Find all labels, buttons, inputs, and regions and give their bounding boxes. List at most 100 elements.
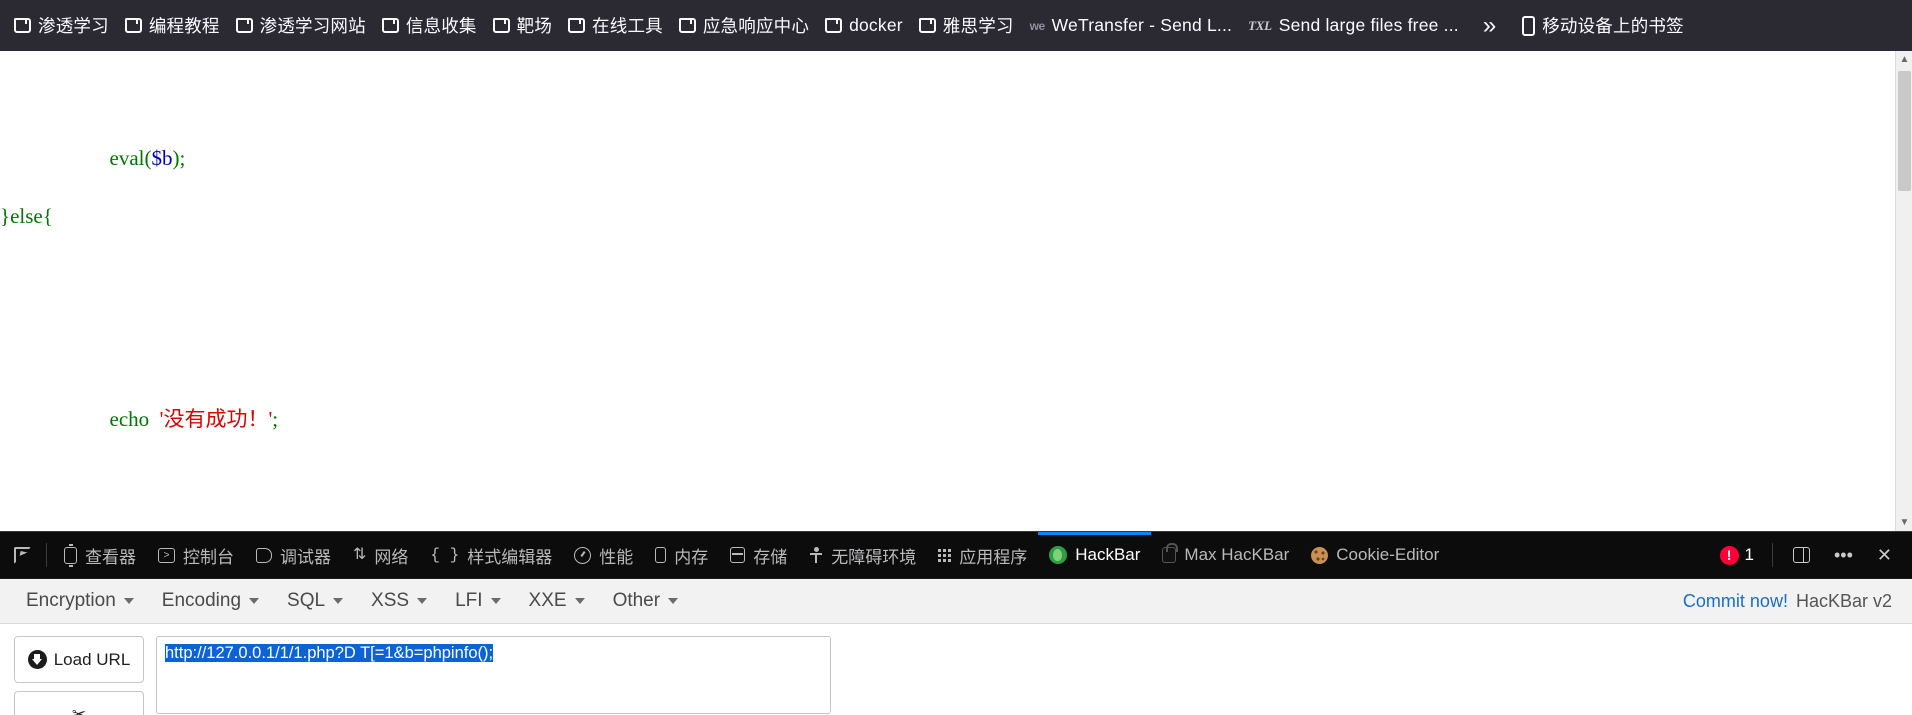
hackbar-version-label: HacKBar v2 [1795, 590, 1892, 611]
page-viewport: eval($b); }else{ echo '没有成功！'; } echo '<… [0, 51, 1912, 531]
tab-storage[interactable]: 存储 [719, 532, 798, 579]
bookmark-item-8[interactable]: 雅思学习 [911, 9, 1022, 42]
menu-label: XXE [528, 590, 567, 611]
tab-label: 网络 [374, 547, 409, 567]
bookmark-label: 信息收集 [405, 16, 477, 36]
bookmark-item-9[interactable]: we WeTransfer - Send L... [1022, 11, 1240, 40]
devtools-toolbar-right: ! 1 ••• ✕ [1710, 543, 1912, 567]
max-hackbar-icon [1162, 543, 1179, 563]
dock-layout-icon[interactable] [1781, 547, 1822, 563]
scroll-down-arrow-icon[interactable]: ▼ [1896, 514, 1912, 531]
devtools-panel: 查看器 > 控制台 调试器 ⇅ 网络 { } 样式编辑器 性能 内存 存储 无障… [0, 531, 1912, 715]
bookmark-label: WeTransfer - Send L... [1051, 15, 1233, 35]
close-icon[interactable]: ✕ [1865, 545, 1904, 566]
error-count: 1 [1744, 545, 1754, 564]
hackbar-menubar: Encryption Encoding SQL XSS LFI XXE Othe… [0, 579, 1912, 624]
bookmark-label: 靶场 [516, 16, 553, 36]
memory-icon [655, 547, 667, 563]
bookmark-item-10[interactable]: TXL Send large files free ... [1240, 11, 1467, 40]
code-line-3: echo '没有成功！'; [109, 407, 279, 431]
menu-xss[interactable]: XSS [359, 584, 439, 618]
bookmark-item-3[interactable]: 信息收集 [374, 9, 485, 42]
bookmark-label: docker [849, 15, 903, 35]
chevron-down-icon [490, 598, 501, 604]
tab-max-hackbar[interactable]: Max HacKBar [1151, 532, 1300, 579]
menu-label: Encryption [26, 590, 116, 611]
chevron-down-icon [249, 598, 260, 604]
toolbar-divider [1772, 543, 1773, 567]
bookmark-item-6[interactable]: 应急响应中心 [671, 9, 817, 42]
tab-inspector[interactable]: 查看器 [53, 532, 147, 579]
element-picker-icon[interactable] [0, 546, 44, 564]
menu-xxe[interactable]: XXE [517, 584, 597, 618]
bookmarks-overflow-chevron-icon[interactable]: » [1467, 12, 1512, 40]
devtools-toolbar: 查看器 > 控制台 调试器 ⇅ 网络 { } 样式编辑器 性能 内存 存储 无障… [0, 531, 1912, 579]
scrollbar-thumb[interactable] [1898, 71, 1911, 191]
php-source-output: eval($b); }else{ echo '没有成功！'; } echo '<… [0, 51, 1912, 531]
phone-icon [1522, 15, 1536, 36]
menu-sql[interactable]: SQL [275, 584, 355, 618]
load-url-button[interactable]: Load URL [14, 636, 144, 683]
network-icon: ⇅ [353, 546, 367, 563]
code-line-0: eval($b); [109, 146, 186, 170]
application-icon [938, 548, 952, 562]
tab-cookie-editor[interactable]: Cookie-Editor [1300, 532, 1450, 579]
code-line-1: }else{ [0, 204, 53, 228]
bookmark-item-2[interactable]: 渗透学习网站 [228, 9, 374, 42]
bookmark-label: 在线工具 [592, 16, 663, 36]
bookmark-item-5[interactable]: 在线工具 [560, 9, 671, 42]
bookmark-item-4[interactable]: 靶场 [485, 9, 560, 42]
menu-encoding[interactable]: Encoding [150, 584, 271, 618]
folder-icon [825, 18, 843, 33]
tab-accessibility[interactable]: 无障碍环境 [798, 532, 927, 579]
txl-icon: TXL [1248, 17, 1272, 33]
bookmark-label: Send large files free ... [1278, 15, 1459, 35]
split-url-button[interactable]: ✂ [14, 691, 144, 715]
tab-network[interactable]: ⇅ 网络 [342, 532, 419, 579]
error-count-badge[interactable]: ! 1 [1710, 545, 1764, 565]
tab-console[interactable]: > 控制台 [147, 532, 245, 579]
scroll-up-arrow-icon[interactable]: ▲ [1896, 51, 1912, 68]
chevron-down-icon [123, 598, 134, 604]
download-icon [27, 650, 47, 669]
tab-label: 样式编辑器 [467, 547, 553, 567]
menu-label: XSS [371, 590, 410, 611]
folder-icon [918, 18, 936, 33]
bookmark-item-mobile[interactable]: 移动设备上的书签 [1514, 9, 1692, 42]
tab-performance[interactable]: 性能 [563, 532, 644, 579]
menu-label: LFI [455, 590, 483, 611]
tab-style-editor[interactable]: { } 样式编辑器 [419, 532, 563, 579]
folder-icon [14, 18, 31, 33]
tab-label: 存储 [753, 547, 788, 567]
menu-lfi[interactable]: LFI [443, 584, 512, 618]
bookmarks-bar: 渗透学习 编程教程 渗透学习网站 信息收集 靶场 在线工具 应急响应中心 doc… [0, 0, 1912, 51]
tab-label: 内存 [674, 547, 709, 567]
url-input[interactable]: http://127.0.0.1/1/1.php?D T[=1&b=phpinf… [156, 636, 831, 714]
bookmark-item-7[interactable]: docker [817, 11, 911, 40]
tab-debugger[interactable]: 调试器 [245, 532, 342, 579]
cookie-editor-icon [1311, 546, 1329, 564]
storage-icon [730, 547, 746, 563]
tab-application[interactable]: 应用程序 [927, 532, 1038, 579]
bookmark-item-0[interactable]: 渗透学习 [6, 9, 117, 42]
more-options-icon[interactable]: ••• [1822, 545, 1865, 566]
tab-label: 查看器 [85, 547, 136, 567]
folder-icon [235, 18, 253, 33]
inspector-icon [64, 543, 77, 567]
hackbar-commit-area: Commit now! HacKBar v2 [1683, 591, 1912, 612]
tab-memory[interactable]: 内存 [644, 532, 719, 579]
tab-hackbar[interactable]: HackBar [1038, 531, 1152, 579]
menu-other[interactable]: Other [601, 584, 691, 618]
split-icon: ✂ [71, 704, 87, 715]
page-scrollbar[interactable]: ▲ ▼ [1895, 51, 1912, 531]
bookmark-label: 编程教程 [148, 16, 220, 36]
folder-icon [568, 18, 586, 33]
commit-now-link[interactable]: Commit now! [1683, 591, 1788, 612]
bookmark-item-1[interactable]: 编程教程 [117, 9, 228, 42]
bookmark-label: 移动设备上的书签 [1542, 16, 1684, 36]
console-icon: > [158, 547, 175, 563]
menu-encryption[interactable]: Encryption [14, 584, 146, 618]
folder-icon [492, 18, 510, 33]
